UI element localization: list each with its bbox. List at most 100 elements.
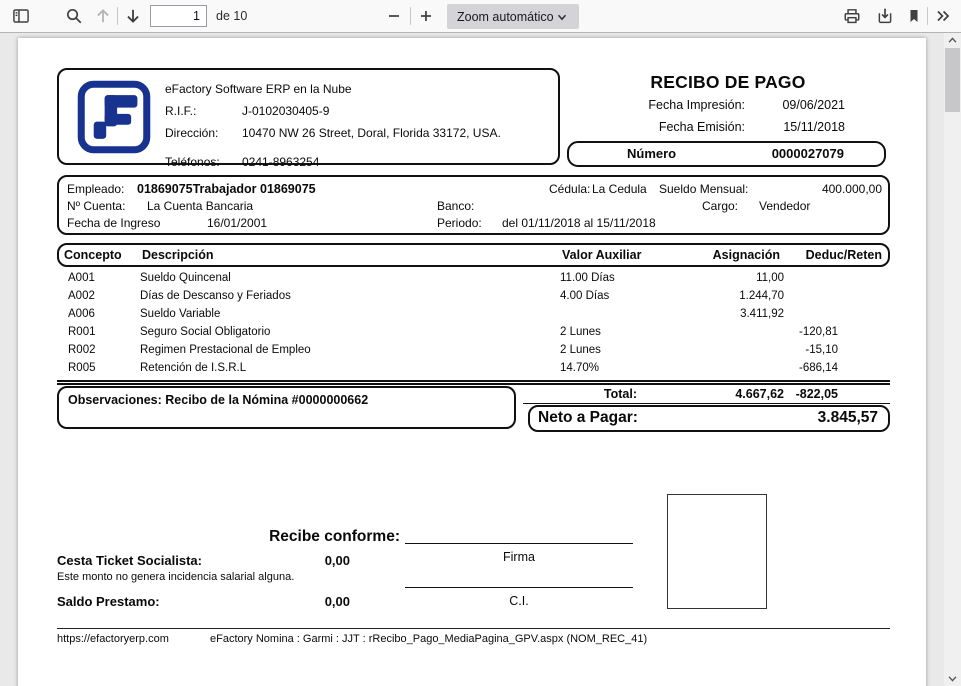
sidebar-toggle-button[interactable] (8, 3, 34, 29)
scroll-up-button[interactable] (944, 33, 961, 48)
telefonos-value: 0241-8963254 (242, 155, 319, 169)
fecha-emision-value: 15/11/2018 (705, 120, 845, 134)
zoom-out-icon (386, 8, 402, 24)
previous-page-button[interactable] (90, 3, 116, 29)
cell-asignacion: 1.244,70 (739, 290, 784, 302)
neto-value: 3.845,57 (818, 409, 878, 427)
header-descripcion: Descripción (142, 248, 214, 262)
fecha-impresion-value: 09/06/2021 (705, 98, 845, 112)
cesta-label: Cesta Ticket Socialista: (57, 553, 202, 568)
scrollbar-thumb[interactable] (945, 48, 960, 112)
header-asignacion: Asignación (713, 248, 780, 262)
print-icon (843, 7, 861, 25)
vertical-scrollbar[interactable] (944, 33, 961, 686)
cesta-value: 0,00 (325, 553, 350, 568)
bookmark-button[interactable] (901, 3, 927, 29)
pdf-page: eFactory Software ERP en la Nube R.I.F.:… (18, 38, 926, 686)
double-chevron-right-icon (934, 7, 952, 25)
table-row: A001 Sueldo Quincenal 11.00 Días 11,00 (18, 271, 926, 289)
cell-deduccion: -120,81 (799, 326, 838, 338)
ci-line (405, 587, 633, 588)
cuenta-label: Nº Cuenta: (67, 199, 125, 213)
cell-descripcion: Retención de I.S.R.L (140, 362, 246, 374)
table-bottom-divider (57, 380, 890, 385)
search-button[interactable] (61, 3, 87, 29)
toolbar-more-button[interactable] (930, 3, 956, 29)
zoom-in-icon (418, 8, 434, 24)
search-icon (65, 7, 83, 25)
cell-codigo: R001 (68, 326, 96, 338)
firma-label: Firma (405, 550, 633, 564)
table-row: R001 Seguro Social Obligatorio 2 Lunes -120… (18, 325, 926, 343)
cesta-note: Este monto no genera incidencia salarial… (57, 571, 294, 583)
rif-value: J-0102030405-9 (242, 104, 329, 118)
chevron-down-icon (947, 673, 958, 684)
saldo-value: 0,00 (325, 594, 350, 609)
cell-codigo: A001 (68, 272, 95, 284)
zoom-in-button[interactable] (413, 3, 439, 29)
chevron-down-icon (555, 10, 569, 24)
header-concepto: Concepto (64, 248, 122, 262)
total-row: Total: 4.667,62 -822,05 (18, 387, 926, 403)
footer-url[interactable]: https://efactoryerp.com (57, 633, 169, 645)
cell-descripcion: Sueldo Variable (140, 308, 220, 320)
numero-value: 0000027079 (772, 146, 844, 161)
efactory-logo-icon (75, 78, 153, 156)
periodo-value: del 01/11/2018 al 15/11/2018 (502, 216, 656, 230)
arrow-up-icon (94, 7, 112, 25)
cell-codigo: R002 (68, 344, 96, 356)
table-row: A006Sueldo Variable3.411,92 (18, 307, 926, 325)
empleado-value: 01869075Trabajador 01869075 (137, 182, 316, 196)
sueldo-mensual-label: Sueldo Mensual: (659, 182, 748, 196)
save-icon (876, 7, 894, 25)
telefonos-label: Teléfonos: (165, 155, 220, 169)
cell-descripcion: Regimen Prestacional de Empleo (140, 344, 311, 356)
cedula-label: Cédula: (549, 182, 590, 196)
saldo-label: Saldo Prestamo: (57, 594, 160, 609)
cuenta-value: La Cuenta Bancaria (147, 199, 253, 213)
table-row: A002Días de Descanso y Feriados4.00 Días… (18, 289, 926, 307)
recibe-conforme-label: Recibe conforme: (198, 528, 400, 546)
cell-codigo: A002 (68, 290, 95, 302)
header-deduc-reten: Deduc/Reten (806, 248, 882, 262)
direccion-value: 10470 NW 26 Street, Doral, Florida 33172… (242, 126, 501, 140)
table-row: R005Retención de I.S.R.L14.70%-686,14 (18, 361, 926, 379)
sueldo-mensual-value: 400.000,00 (822, 182, 882, 196)
sidebar-toggle-icon (12, 7, 30, 25)
total-asignacion: 4.667,62 (735, 387, 784, 401)
zoom-select-value: Zoom automático (457, 10, 554, 24)
banco-label: Banco: (437, 199, 474, 213)
cell-valor-auxiliar: 11.00 Días (560, 272, 615, 284)
cell-deduccion: -686,14 (799, 362, 838, 374)
cedula-value: La Cedula (592, 182, 647, 196)
save-button[interactable] (872, 3, 898, 29)
direccion-label: Dirección: (165, 126, 218, 140)
footer-divider (57, 628, 890, 629)
zoom-select[interactable]: Zoom automático (447, 4, 579, 29)
cell-asignacion: 3.411,92 (740, 308, 784, 320)
arrow-down-icon (124, 7, 142, 25)
cell-asignacion: 11,00 (756, 272, 784, 284)
chevron-up-icon (947, 35, 958, 46)
neto-divider (523, 403, 890, 404)
page-number-input[interactable] (150, 5, 207, 27)
cell-valor-auxiliar: 4.00 Días (560, 290, 609, 302)
rif-label: R.I.F.: (165, 104, 196, 118)
cell-deduccion: -15,10 (805, 344, 838, 356)
scroll-down-button[interactable] (944, 671, 961, 686)
cell-valor-auxiliar: 14.70% (560, 362, 599, 374)
cell-descripcion: Seguro Social Obligatorio (140, 326, 270, 338)
cell-valor-auxiliar: 2 Lunes (560, 326, 601, 338)
zoom-out-button[interactable] (381, 3, 407, 29)
next-page-button[interactable] (120, 3, 146, 29)
print-button[interactable] (839, 3, 865, 29)
employee-box: Empleado: 01869075Trabajador 01869075 Cé… (57, 175, 890, 235)
periodo-label: Periodo: (437, 216, 482, 230)
cargo-value: Vendedor (759, 199, 810, 213)
cell-valor-auxiliar: 2 Lunes (560, 344, 601, 356)
page-count-label: de 10 (216, 9, 247, 23)
total-deduccion: -822,05 (796, 387, 838, 401)
neto-label: Neto a Pagar: (538, 409, 638, 427)
cell-descripcion: Sueldo Quincenal (140, 272, 231, 284)
cargo-label: Cargo: (702, 199, 738, 213)
